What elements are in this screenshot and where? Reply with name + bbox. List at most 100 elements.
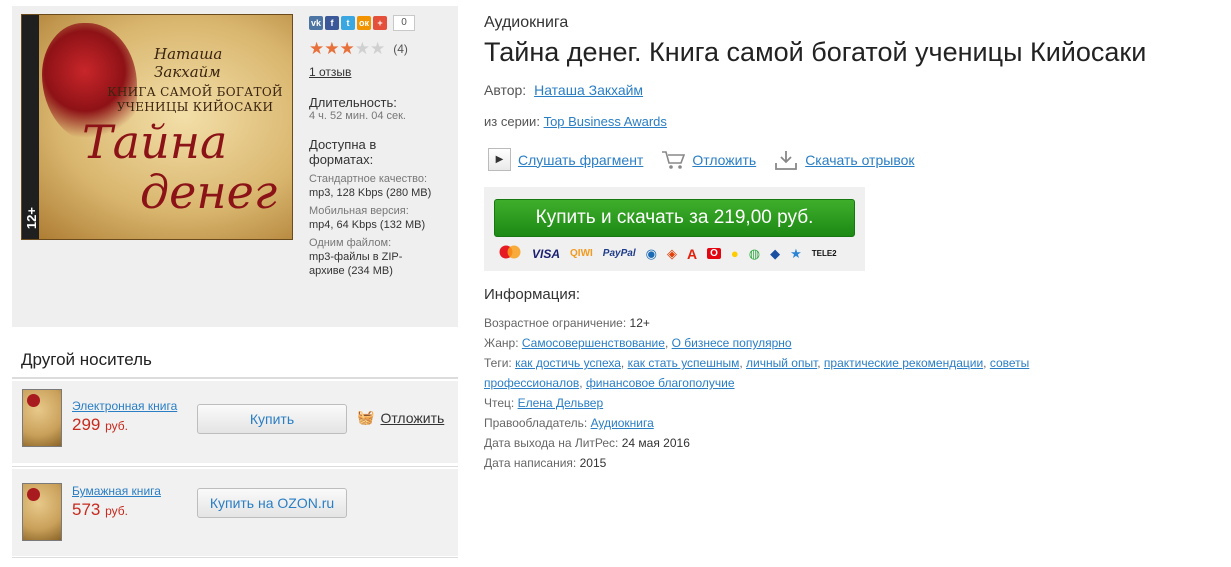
author-row: Автор: Наташа Закхайм <box>484 82 643 98</box>
paperbook-price: 573 руб. <box>72 500 128 520</box>
info-label: Чтец: <box>484 396 515 410</box>
ebook-thumbnail[interactable] <box>22 389 62 447</box>
cover-subtitle: КНИГА САМОЙ БОГАТОЙ УЧЕНИЦЫ КИЙОСАКИ <box>107 85 283 114</box>
duration-label: Длительность: <box>309 95 397 110</box>
genre-link[interactable]: Самосовершенствование <box>522 336 665 350</box>
tag-link[interactable]: как стать успешным <box>628 356 740 370</box>
book-cover[interactable]: 12+ Наташа Закхайм КНИГА САМОЙ БОГАТОЙ У… <box>21 14 293 240</box>
buy-download-button[interactable]: Купить и скачать за 219,00 руб. <box>494 199 855 237</box>
qiwi-icon: QIWI <box>570 248 593 259</box>
ebook-link[interactable]: Электронная книга <box>72 399 177 413</box>
info-written: Дата написания: 2015 <box>484 453 1044 473</box>
tag-link[interactable]: как достичь успеха <box>515 356 621 370</box>
series-link[interactable]: Top Business Awards <box>544 114 667 129</box>
star-icon[interactable]: ★ <box>340 40 355 57</box>
format-value: mp4, 64 Kbps (132 MB) <box>309 219 426 231</box>
download-icon <box>774 149 798 171</box>
tag-link[interactable]: финансовое благополучие <box>586 376 735 390</box>
alfa-bank-icon: A <box>686 245 698 262</box>
format-value: mp3, 128 Kbps (280 MB) <box>309 187 432 199</box>
formats-heading: Доступна в форматах: <box>309 137 377 167</box>
format-item: Одним файлом: mp3-файлы в ZIP-архиве (23… <box>309 237 427 278</box>
yandex-money-icon: ◈ <box>666 245 677 261</box>
info-list: Возрастное ограничение: 12+ Жанр: Самосо… <box>484 313 1044 473</box>
page-title: Тайна денег. Книга самой богатой ученицы… <box>484 37 1147 67</box>
paperbook-link[interactable]: Бумажная книга <box>72 484 161 498</box>
star-icon[interactable]: ★ <box>324 40 339 57</box>
cover-age-label: 12+ <box>24 206 39 229</box>
buy-ozon-button[interactable]: Купить на OZON.ru <box>197 488 347 518</box>
listen-fragment-button[interactable]: ▶ Слушать фрагмент <box>488 148 643 171</box>
other-media-paper: Бумажная книга 573 руб. Купить на OZON.r… <box>12 469 458 556</box>
listen-label[interactable]: Слушать фрагмент <box>518 152 643 168</box>
info-value: 12+ <box>629 316 650 330</box>
info-label: Жанр: <box>484 336 519 350</box>
info-rights: Правообладатель: Аудиокнига <box>484 413 1044 433</box>
format-label: Стандартное качество: <box>309 173 428 185</box>
series-label: из серии: <box>484 114 540 129</box>
info-label: Возрастное ограничение: <box>484 316 627 330</box>
genre-link[interactable]: О бизнесе популярно <box>672 336 792 350</box>
svyaznoy-icon: ★ <box>790 245 802 261</box>
tag-link[interactable]: личный опыт <box>746 356 817 370</box>
rating[interactable]: ★ ★ ★ ★ ★ (4) <box>309 40 454 57</box>
webmoney-icon: ◉ <box>645 245 657 261</box>
rights-link[interactable]: Аудиокнига <box>591 416 654 430</box>
paperbook-thumbnail[interactable] <box>22 483 62 541</box>
info-age: Возрастное ограничение: 12+ <box>484 313 1044 333</box>
cover-title-line1: Тайна <box>82 115 228 169</box>
book-meta: vk f t ок + 0 ★ ★ ★ ★ ★ (4) 1 отзыв Длит… <box>309 14 454 278</box>
duration-value: 4 ч. 52 мин. 04 сек. <box>309 110 406 122</box>
info-label: Дата написания: <box>484 456 577 470</box>
defer-ebook-button[interactable]: 🧺 Отложить <box>357 409 444 426</box>
star-icon[interactable]: ★ <box>370 40 385 57</box>
rating-count: (4) <box>393 41 408 56</box>
twitter-icon[interactable]: t <box>341 15 355 30</box>
payment-methods: VISA QIWI PayPal ◉ ◈ A O ● ◍ ◆ ★ TELE2 <box>498 245 837 262</box>
info-reader: Чтец: Елена Дельвер <box>484 393 1044 413</box>
play-icon: ▶ <box>488 148 511 171</box>
cover-age-strip: 12+ <box>22 15 39 239</box>
vk-icon[interactable]: vk <box>309 15 323 30</box>
info-heading: Информация: <box>484 286 581 303</box>
odnoklassniki-icon[interactable]: ок <box>357 15 371 30</box>
mts-icon: O <box>707 248 721 259</box>
info-tags: Теги: как достичь успеха, как стать успе… <box>484 356 1030 390</box>
tag-link[interactable]: практические рекомендации <box>824 356 983 370</box>
download-label[interactable]: Скачать отрывок <box>805 152 914 168</box>
share-count: 0 <box>393 14 415 31</box>
download-fragment-button[interactable]: Скачать отрывок <box>774 149 915 171</box>
star-icon[interactable]: ★ <box>309 40 324 57</box>
plus-icon[interactable]: + <box>373 15 387 30</box>
formats: Доступна в форматах: Стандартное качеств… <box>309 137 454 278</box>
mastercard-icon <box>498 245 522 262</box>
basket-icon: 🧺 <box>357 409 375 425</box>
defer-label[interactable]: Отложить <box>692 152 756 168</box>
info-genre: Жанр: Самосовершенствование, О бизнесе п… <box>484 336 792 350</box>
author-link[interactable]: Наташа Закхайм <box>534 82 643 98</box>
reviews-link[interactable]: 1 отзыв <box>309 65 351 79</box>
price-value: 299 <box>72 415 101 434</box>
format-value: mp3-файлы в ZIP-архиве (234 MB) <box>309 251 403 277</box>
divider <box>12 377 458 379</box>
visa-icon: VISA <box>532 246 561 261</box>
other-media-ebook: Электронная книга 299 руб. Купить 🧺 Отло… <box>12 381 458 463</box>
paypal-icon: PayPal <box>602 248 636 259</box>
other-media-title: Другой носитель <box>21 350 152 369</box>
info-label: Дата выхода на ЛитРес: <box>484 436 619 450</box>
star-icon[interactable]: ★ <box>355 40 370 57</box>
defer-button[interactable]: Отложить <box>661 149 756 171</box>
info-value: 2015 <box>579 456 607 470</box>
sberbank-icon: ◆ <box>770 245 781 261</box>
price-currency: руб. <box>105 504 128 518</box>
price-currency: руб. <box>105 419 128 433</box>
info-release: Дата выхода на ЛитРес: 24 мая 2016 <box>484 433 1044 453</box>
reader-link[interactable]: Елена Дельвер <box>518 396 604 410</box>
book-card: 12+ Наташа Закхайм КНИГА САМОЙ БОГАТОЙ У… <box>12 6 458 327</box>
buy-ebook-button[interactable]: Купить <box>197 404 347 434</box>
buy-box: Купить и скачать за 219,00 руб. VISA QIW… <box>484 187 865 271</box>
series-row: из серии: Top Business Awards <box>484 114 667 129</box>
divider <box>12 557 458 558</box>
facebook-icon[interactable]: f <box>325 15 339 30</box>
product-kind: Аудиокнига <box>484 14 569 31</box>
